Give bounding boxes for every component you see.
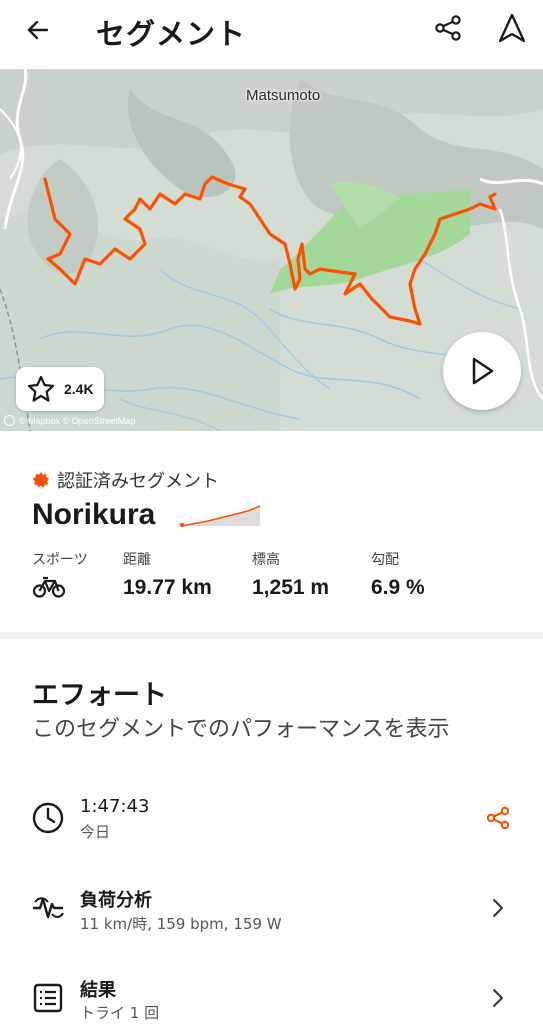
verified-badge: 認証済みセグメント [33,467,219,493]
stat-value: 1,251 m [252,576,330,599]
bicycle-icon [32,576,66,598]
map-place-label: Matsumoto [246,87,321,104]
row-icon-wrap [30,800,66,836]
stat-distance: 距離 19.77 km [123,549,212,600]
results-chevron [482,982,514,1014]
analysis-summary: 11 km/時, 159 bpm, 159 W [80,915,282,933]
play-flyover-button[interactable] [443,332,521,410]
arrow-left-icon [27,20,49,40]
section-divider [0,632,543,639]
list-icon [33,983,63,1013]
segment-map[interactable]: Matsumoto 2.4K © Mapbox © OpenStreetMap [0,69,543,431]
results-attempts: トライ 1 回 [80,1004,160,1022]
analysis-title: 負荷分析 [80,890,152,911]
top-app-bar: セグメント [0,0,543,60]
verified-icon [33,472,49,488]
share-icon [435,15,461,41]
star-icon [27,375,55,402]
results-title: 結果 [80,980,116,1001]
effort-row-results[interactable]: 結果 トライ 1 回 [0,956,543,1024]
play-icon [472,357,494,385]
elevation-profile-thumbnail [179,505,261,528]
attribution-text: © Mapbox © OpenStreetMap [19,415,136,426]
stat-label: 勾配 [371,552,399,568]
stat-grade: 勾配 6.9 % [371,549,425,600]
stat-label: 距離 [123,552,151,568]
row-icon-wrap [30,890,66,926]
segment-info: 認証済みセグメント Norikura スポーツ 距離 19.77 km 標高 1… [0,431,543,631]
star-count: 2.4K [64,381,94,397]
efforts-subtitle: このセグメントでのパフォーマンスを表示 [32,717,450,742]
map-attribution[interactable]: © Mapbox © OpenStreetMap [4,415,135,426]
segment-stats: スポーツ 距離 19.77 km 標高 1,251 m 勾配 6.9 % [32,549,512,609]
mapbox-logo-icon [4,415,15,426]
share-icon [486,806,510,830]
stat-label: スポーツ [32,552,88,568]
efforts-title: エフォート [32,680,167,711]
effort-date: 今日 [80,823,111,841]
heart-rate-icon [33,897,64,919]
segment-name: Norikura [32,498,156,531]
effort-row-analysis[interactable]: 負荷分析 11 km/時, 159 bpm, 159 W [0,868,543,948]
row-icon-wrap [30,980,66,1016]
stat-value: 19.77 km [123,576,212,599]
star-segment-button[interactable]: 2.4K [16,367,104,411]
stat-value: 6.9 % [371,576,425,599]
stat-elevation: 標高 1,251 m [252,549,329,600]
stat-sport: スポーツ [32,549,88,603]
chevron-right-icon [493,989,503,1007]
share-button[interactable] [428,8,468,48]
navigation-arrow-icon [498,13,526,43]
verified-label: 認証済みセグメント [57,471,219,492]
stat-label: 標高 [252,552,280,568]
analysis-chevron [482,892,514,924]
page-title: セグメント [96,17,247,51]
chevron-right-icon [493,899,503,917]
back-button[interactable] [18,10,58,50]
effort-time: 1:47:43 [80,796,150,817]
clock-icon [32,802,64,834]
effort-share-button[interactable] [482,802,514,834]
navigate-button[interactable] [492,8,532,48]
effort-row-time[interactable]: 1:47:43 今日 [0,780,543,860]
